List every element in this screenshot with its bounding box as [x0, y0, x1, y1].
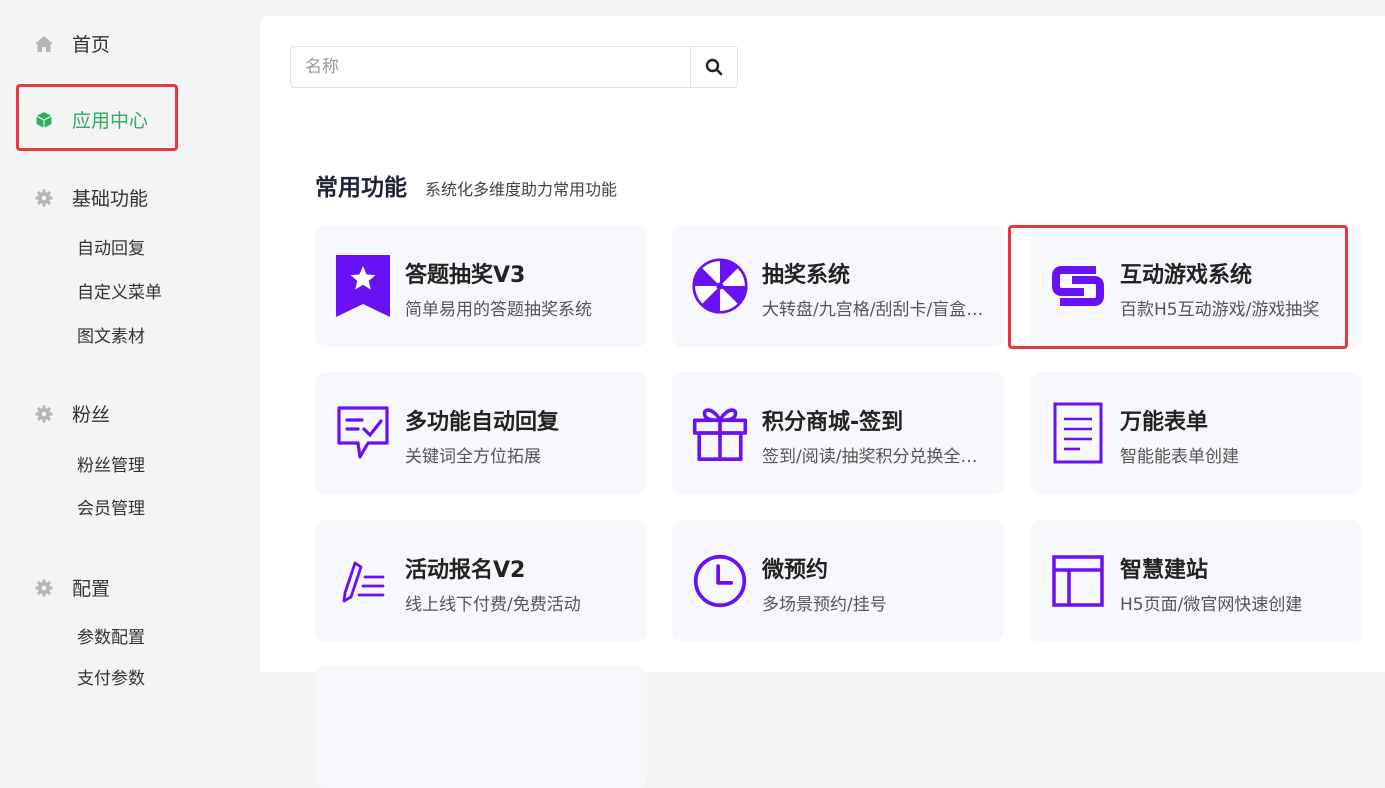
search-bar [290, 46, 738, 88]
card-title: 智慧建站 [1120, 558, 1209, 583]
card-title: 微预约 [762, 558, 829, 583]
gear-icon [34, 578, 54, 598]
card-title: 活动报名V2 [405, 558, 526, 583]
layout-icon [1050, 550, 1106, 612]
card-desc: 签到/阅读/抽奖积分兑换全场景 [762, 447, 987, 467]
highlight-box [1008, 225, 1348, 349]
main-panel: 常用功能 系统化多维度助力常用功能 答题抽奖V3 简单易用的答题抽奖系统 抽奖系… [260, 16, 1385, 788]
card-desc: 简单易用的答题抽奖系统 [405, 300, 592, 320]
clock-icon [692, 550, 748, 612]
app-card-form[interactable]: 万能表单 智能能表单创建 [1030, 372, 1362, 494]
nav-fans[interactable]: 粉丝 [34, 400, 110, 427]
app-card-site-builder[interactable]: 智慧建站 H5页面/微官网快速创建 [1030, 520, 1362, 642]
sidebar-item-custom-menu[interactable]: 自定义菜单 [77, 278, 162, 303]
home-icon [34, 34, 54, 54]
app-card-event-signup[interactable]: 活动报名V2 线上线下付费/免费活动 [315, 520, 647, 642]
form-icon [1050, 402, 1106, 464]
sidebar-item-member-manage[interactable]: 会员管理 [77, 494, 145, 519]
card-title: 多功能自动回复 [405, 410, 560, 435]
card-title: 万能表单 [1120, 410, 1209, 435]
prize-wheel-icon [692, 255, 748, 317]
app-card-lottery[interactable]: 抽奖系统 大转盘/九宫格/刮刮卡/盲盒抽奖 [672, 225, 1004, 347]
card-title: 积分商城-签到 [762, 410, 904, 435]
highlight-box [16, 84, 178, 151]
search-button[interactable] [690, 47, 737, 87]
app-card-points-mall[interactable]: 积分商城-签到 签到/阅读/抽奖积分兑换全场景 [672, 372, 1004, 494]
card-title: 抽奖系统 [762, 263, 851, 288]
app-card-auto-reply[interactable]: 多功能自动回复 关键词全方位拓展 [315, 372, 647, 494]
ribbon-star-icon [335, 255, 391, 317]
card-desc: 大转盘/九宫格/刮刮卡/盲盒抽奖 [762, 300, 987, 320]
card-title: 答题抽奖V3 [405, 263, 526, 288]
section-title: 常用功能 [315, 175, 407, 201]
nav-fans-label: 粉丝 [72, 404, 111, 426]
pen-list-icon [335, 550, 391, 612]
nav-basic-label: 基础功能 [72, 188, 149, 210]
card-desc: 关键词全方位拓展 [405, 447, 541, 467]
card-desc: 智能能表单创建 [1120, 447, 1239, 467]
app-card-quiz-lottery[interactable]: 答题抽奖V3 简单易用的答题抽奖系统 [315, 225, 647, 347]
card-desc: 多场景预约/挂号 [762, 595, 887, 615]
sidebar-item-media[interactable]: 图文素材 [77, 322, 145, 347]
section-header: 常用功能 系统化多维度助力常用功能 [315, 168, 617, 202]
sidebar-item-fans-manage[interactable]: 粉丝管理 [77, 451, 145, 476]
search-input[interactable] [291, 47, 690, 87]
gear-icon [34, 188, 54, 208]
card-desc: H5页面/微官网快速创建 [1120, 595, 1303, 615]
sidebar-item-params[interactable]: 参数配置 [77, 623, 145, 648]
gear-icon [34, 404, 54, 424]
nav-config[interactable]: 配置 [34, 574, 110, 601]
nav-basic[interactable]: 基础功能 [34, 184, 148, 211]
nav-home[interactable]: 首页 [34, 30, 110, 57]
search-icon [705, 58, 723, 76]
app-card-more[interactable] [315, 666, 647, 788]
gift-icon [692, 402, 748, 464]
card-desc: 线上线下付费/免费活动 [405, 595, 581, 615]
sidebar-item-pay-params[interactable]: 支付参数 [77, 664, 145, 689]
sidebar: 首页 应用中心 基础功能 自动回复 自定义菜单 图文素材 粉丝 粉丝管理 会员管… [0, 0, 260, 689]
sidebar-item-auto-reply[interactable]: 自动回复 [77, 234, 145, 259]
chat-check-icon [335, 402, 391, 464]
section-subtitle: 系统化多维度助力常用功能 [425, 180, 618, 199]
app-card-booking[interactable]: 微预约 多场景预约/挂号 [672, 520, 1004, 642]
nav-config-label: 配置 [72, 578, 111, 600]
nav-home-label: 首页 [72, 34, 111, 56]
